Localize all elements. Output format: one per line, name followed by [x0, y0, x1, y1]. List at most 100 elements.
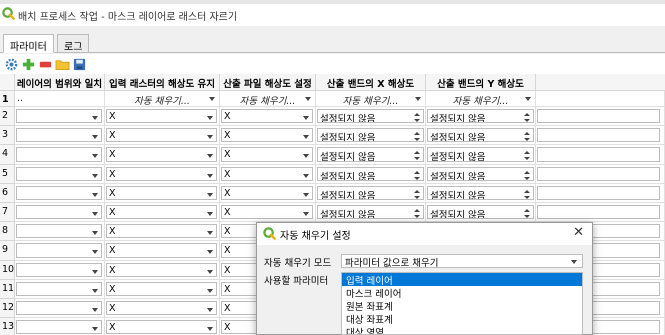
x-resolution-spinbox[interactable]: 설정되지 않음	[317, 147, 424, 162]
row-number[interactable]: 10	[0, 260, 15, 280]
keep-resolution-select[interactable]: X	[106, 281, 217, 296]
parameter-list[interactable]: 입력 레이어 마스크 레이어 원본 좌표계 대상 좌표계 대상 영역	[341, 272, 583, 335]
row-number[interactable]: 5	[0, 164, 15, 184]
row-number[interactable]: 1	[0, 91, 15, 107]
y-resolution-spinbox[interactable]: 설정되지 않음	[427, 147, 534, 162]
spin-down-icon[interactable]	[414, 176, 420, 180]
set-resolution-select[interactable]: X	[221, 109, 313, 124]
row-number[interactable]: 7	[0, 203, 15, 223]
parameter-list-item[interactable]: 대상 영역	[342, 325, 582, 334]
spin-down-icon[interactable]	[524, 176, 530, 180]
y-resolution-spinbox[interactable]: 설정되지 않음	[427, 205, 534, 220]
extent-layer-select[interactable]	[16, 109, 102, 124]
column-header[interactable]: 잘라	[536, 74, 665, 91]
autofill-button[interactable]: 자동 채우기...	[426, 91, 535, 107]
spin-up-icon[interactable]	[524, 151, 530, 155]
spin-down-icon[interactable]	[414, 119, 420, 122]
keep-resolution-select[interactable]: X	[106, 243, 217, 258]
column-header[interactable]: 산출 밴드의 X 해상도	[316, 74, 426, 91]
column-header[interactable]: 산출 밴드의 Y 해상도	[426, 74, 536, 91]
autofill-button[interactable]: 자동 채우기...	[316, 91, 425, 107]
save-icon[interactable]	[72, 57, 87, 72]
spin-down-icon[interactable]	[414, 195, 420, 199]
close-icon[interactable]: ✕	[573, 225, 584, 240]
x-resolution-spinbox[interactable]: 설정되지 않음	[317, 128, 424, 143]
extent-layer-select[interactable]	[16, 281, 102, 296]
autofill-label[interactable]: ..	[15, 91, 104, 106]
extent-layer-select[interactable]	[16, 185, 102, 200]
autofill-cell[interactable]: ..	[15, 91, 105, 107]
set-resolution-select[interactable]: X	[221, 166, 313, 181]
open-folder-icon[interactable]	[55, 57, 70, 72]
row-number[interactable]: 6	[0, 183, 15, 203]
keep-resolution-select[interactable]: X	[106, 320, 217, 335]
spin-up-icon[interactable]	[524, 113, 530, 116]
keep-resolution-select[interactable]: X	[106, 205, 217, 220]
y-resolution-spinbox[interactable]: 설정되지 않음	[427, 109, 534, 124]
spin-up-icon[interactable]	[414, 151, 420, 155]
spin-up-icon[interactable]	[414, 209, 420, 212]
x-resolution-spinbox[interactable]: 설정되지 않음	[317, 166, 424, 181]
x-resolution-spinbox[interactable]: 설정되지 않음	[317, 109, 424, 124]
autofill-mode-select[interactable]: 파라미터 값으로 채우기	[341, 254, 583, 269]
row-number[interactable]: 3	[0, 126, 15, 146]
keep-resolution-select[interactable]: X	[106, 147, 217, 162]
tab-parameters[interactable]: 파라미터	[3, 34, 54, 53]
keep-resolution-select[interactable]: X	[106, 185, 217, 200]
keep-resolution-select[interactable]: X	[106, 166, 217, 181]
spin-up-icon[interactable]	[414, 189, 420, 193]
spin-up-icon[interactable]	[414, 132, 420, 136]
keep-resolution-select[interactable]: X	[106, 128, 217, 143]
spin-up-icon[interactable]	[524, 132, 530, 136]
row-number[interactable]: 4	[0, 145, 15, 165]
extent-layer-select[interactable]	[16, 166, 102, 181]
spin-up-icon[interactable]	[524, 189, 530, 193]
row-number[interactable]: 12	[0, 299, 15, 319]
keep-resolution-select[interactable]: X	[106, 301, 217, 316]
row-number[interactable]: 2	[0, 107, 15, 127]
column-header[interactable]: 레이어의 범위와 일치	[15, 74, 105, 91]
spin-down-icon[interactable]	[524, 138, 530, 142]
extent-layer-select[interactable]	[16, 128, 102, 143]
parameter-list-item[interactable]: 마스크 레이어	[342, 286, 582, 300]
extent-layer-select[interactable]	[16, 243, 102, 258]
y-resolution-spinbox[interactable]: 설정되지 않음	[427, 185, 534, 200]
spin-down-icon[interactable]	[414, 138, 420, 142]
spin-down-icon[interactable]	[524, 157, 530, 161]
extent-layer-select[interactable]	[16, 320, 102, 335]
output-path-input[interactable]	[537, 185, 660, 200]
column-header[interactable]: 산출 파일 해상도 설정	[220, 74, 316, 91]
row-number[interactable]: 11	[0, 279, 15, 299]
set-resolution-select[interactable]: X	[221, 147, 313, 162]
y-resolution-spinbox[interactable]: 설정되지 않음	[427, 128, 534, 143]
add-icon[interactable]	[21, 57, 36, 72]
output-path-input[interactable]	[537, 166, 660, 181]
column-header[interactable]: 입력 래스터의 해상도 유지	[105, 74, 220, 91]
autofill-button[interactable]: 자동 채우기...	[105, 91, 219, 107]
row-number[interactable]: 8	[0, 222, 15, 242]
output-path-input[interactable]	[537, 147, 660, 162]
spin-down-icon[interactable]	[524, 119, 530, 122]
spin-up-icon[interactable]	[414, 113, 420, 116]
parameter-list-item[interactable]: 입력 레이어	[342, 273, 582, 287]
x-resolution-spinbox[interactable]: 설정되지 않음	[317, 185, 424, 200]
x-resolution-spinbox[interactable]: 설정되지 않음	[317, 205, 424, 220]
output-path-input[interactable]	[537, 109, 660, 124]
autofill-cell[interactable]: 자동 채우기...	[316, 91, 426, 107]
row-number[interactable]: 9	[0, 241, 15, 261]
autofill-button[interactable]: 자동 채우기...	[220, 91, 315, 107]
spin-down-icon[interactable]	[524, 215, 530, 218]
extent-layer-select[interactable]	[16, 301, 102, 316]
extent-layer-select[interactable]	[16, 224, 102, 239]
output-path-input[interactable]	[537, 128, 660, 143]
extent-layer-select[interactable]	[16, 262, 102, 277]
autofill-cell[interactable]: 자동 채우기...	[105, 91, 220, 107]
row-number[interactable]: 13	[0, 318, 15, 335]
spin-up-icon[interactable]	[524, 170, 530, 174]
spin-up-icon[interactable]	[524, 209, 530, 212]
autofill-cell[interactable]: 자동 채우기...	[220, 91, 316, 107]
remove-icon[interactable]	[38, 57, 53, 72]
spin-down-icon[interactable]	[414, 157, 420, 161]
output-path-input[interactable]	[537, 205, 660, 220]
set-resolution-select[interactable]: X	[221, 185, 313, 200]
